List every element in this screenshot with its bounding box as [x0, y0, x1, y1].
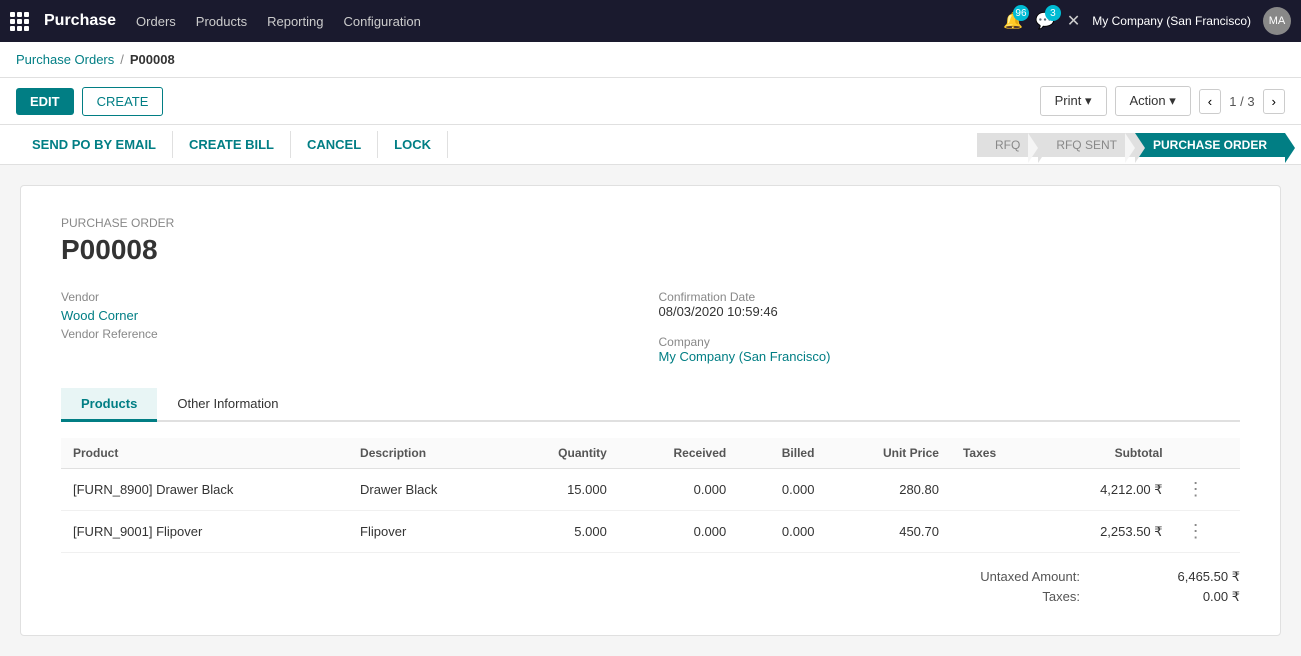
vendor-ref-label: Vendor Reference [61, 327, 643, 341]
next-page-button[interactable]: › [1263, 89, 1285, 114]
prev-page-button[interactable]: ‹ [1199, 89, 1221, 114]
company-value[interactable]: My Company (San Francisco) [659, 349, 831, 364]
row1-taxes [951, 469, 1040, 511]
company-label: Company [659, 335, 831, 349]
pipeline-step-purchase-order[interactable]: PURCHASE ORDER [1135, 133, 1285, 157]
messages-icon[interactable]: 💬 3 [1035, 11, 1055, 31]
row2-unit-price: 450.70 [826, 511, 951, 553]
pagination: ‹ 1 / 3 › [1199, 89, 1285, 114]
create-bill-button[interactable]: CREATE BILL [173, 131, 291, 158]
po-number: P00008 [61, 234, 1240, 266]
action-bar: SEND PO BY EMAIL CREATE BILL CANCEL LOCK… [0, 125, 1301, 165]
print-button[interactable]: Print ▾ [1040, 86, 1107, 116]
notifications-bell[interactable]: 🔔 96 [1003, 11, 1023, 31]
lock-button[interactable]: LOCK [378, 131, 448, 158]
edit-button[interactable]: EDIT [16, 88, 74, 115]
nav-configuration[interactable]: Configuration [343, 14, 420, 29]
status-pipeline: RFQ RFQ SENT PURCHASE ORDER [977, 133, 1285, 157]
taxes-value: 0.00 ₹ [1120, 589, 1240, 605]
col-description: Description [348, 438, 506, 469]
products-table: Product Description Quantity Received Bi… [61, 438, 1240, 553]
taxes-row: Taxes: 0.00 ₹ [1042, 589, 1240, 605]
col-taxes: Taxes [951, 438, 1040, 469]
nav-reporting[interactable]: Reporting [267, 14, 323, 29]
avatar[interactable]: MA [1263, 7, 1291, 35]
page-indicator: 1 / 3 [1229, 94, 1254, 109]
row1-billed: 0.000 [738, 469, 826, 511]
nav-products[interactable]: Products [196, 14, 247, 29]
app-grid-icon[interactable] [10, 12, 29, 31]
taxes-label: Taxes: [1042, 589, 1080, 605]
untaxed-amount-row: Untaxed Amount: 6,465.50 ₹ [980, 569, 1240, 585]
breadcrumb-current: P00008 [130, 52, 175, 67]
po-label: Purchase Order [61, 216, 1240, 230]
col-unit-price: Unit Price [826, 438, 951, 469]
row2-quantity: 5.000 [506, 511, 619, 553]
po-fields: Vendor Wood Corner Vendor Reference Conf… [61, 290, 1240, 364]
vendor-field: Vendor Wood Corner Vendor Reference [61, 290, 643, 364]
nav-links: Orders Products Reporting Configuration [136, 14, 993, 29]
app-title: Purchase [44, 12, 116, 30]
company-selector[interactable]: My Company (San Francisco) [1092, 14, 1251, 28]
col-billed: Billed [738, 438, 826, 469]
send-po-email-button[interactable]: SEND PO BY EMAIL [16, 131, 173, 158]
row2-description: Flipover [348, 511, 506, 553]
row2-product: [FURN_9001] Flipover [61, 511, 348, 553]
breadcrumb: Purchase Orders / P00008 [0, 42, 1301, 78]
row1-description: Drawer Black [348, 469, 506, 511]
topnav-right: 🔔 96 💬 3 ✕ My Company (San Francisco) MA [1003, 7, 1291, 35]
col-received: Received [619, 438, 738, 469]
row2-menu[interactable]: ⋮ [1175, 511, 1240, 553]
main-content: Purchase Order P00008 Vendor Wood Corner… [0, 165, 1301, 656]
row1-menu[interactable]: ⋮ [1175, 469, 1240, 511]
pipeline-step-rfq-sent[interactable]: RFQ SENT [1038, 133, 1135, 157]
row2-received: 0.000 [619, 511, 738, 553]
nav-orders[interactable]: Orders [136, 14, 176, 29]
col-quantity: Quantity [506, 438, 619, 469]
breadcrumb-parent[interactable]: Purchase Orders [16, 52, 114, 67]
row1-unit-price: 280.80 [826, 469, 951, 511]
breadcrumb-separator: / [120, 52, 124, 67]
row1-product: [FURN_8900] Drawer Black [61, 469, 348, 511]
cancel-button[interactable]: CANCEL [291, 131, 378, 158]
row1-subtotal: 4,212.00 ₹ [1040, 469, 1175, 511]
row2-subtotal: 2,253.50 ₹ [1040, 511, 1175, 553]
confirmation-date-label: Confirmation Date [659, 290, 778, 304]
action-button[interactable]: Action ▾ [1115, 86, 1191, 116]
tabs: Products Other Information [61, 388, 1240, 422]
confirmation-date-value: 08/03/2020 10:59:46 [659, 304, 778, 319]
totals-section: Untaxed Amount: 6,465.50 ₹ Taxes: 0.00 ₹ [61, 569, 1240, 605]
dates-field: Confirmation Date 08/03/2020 10:59:46 Co… [659, 290, 1241, 364]
col-subtotal: Subtotal [1040, 438, 1175, 469]
row2-billed: 0.000 [738, 511, 826, 553]
col-product: Product [61, 438, 348, 469]
messages-count: 3 [1045, 5, 1061, 21]
top-navigation: Purchase Orders Products Reporting Confi… [0, 0, 1301, 42]
untaxed-value: 6,465.50 ₹ [1120, 569, 1240, 585]
tab-other-info[interactable]: Other Information [157, 388, 298, 422]
vendor-label: Vendor [61, 290, 643, 304]
row2-taxes [951, 511, 1040, 553]
tab-products[interactable]: Products [61, 388, 157, 422]
create-button[interactable]: CREATE [82, 87, 164, 116]
untaxed-label: Untaxed Amount: [980, 569, 1080, 585]
col-actions [1175, 438, 1240, 469]
notifications-count: 96 [1013, 5, 1029, 21]
po-card: Purchase Order P00008 Vendor Wood Corner… [20, 185, 1281, 636]
vendor-value[interactable]: Wood Corner [61, 308, 643, 323]
close-icon[interactable]: ✕ [1067, 11, 1080, 31]
toolbar: EDIT CREATE Print ▾ Action ▾ ‹ 1 / 3 › [0, 78, 1301, 125]
table-header-row: Product Description Quantity Received Bi… [61, 438, 1240, 469]
row1-quantity: 15.000 [506, 469, 619, 511]
row1-received: 0.000 [619, 469, 738, 511]
table-row: [FURN_8900] Drawer Black Drawer Black 15… [61, 469, 1240, 511]
table-row: [FURN_9001] Flipover Flipover 5.000 0.00… [61, 511, 1240, 553]
